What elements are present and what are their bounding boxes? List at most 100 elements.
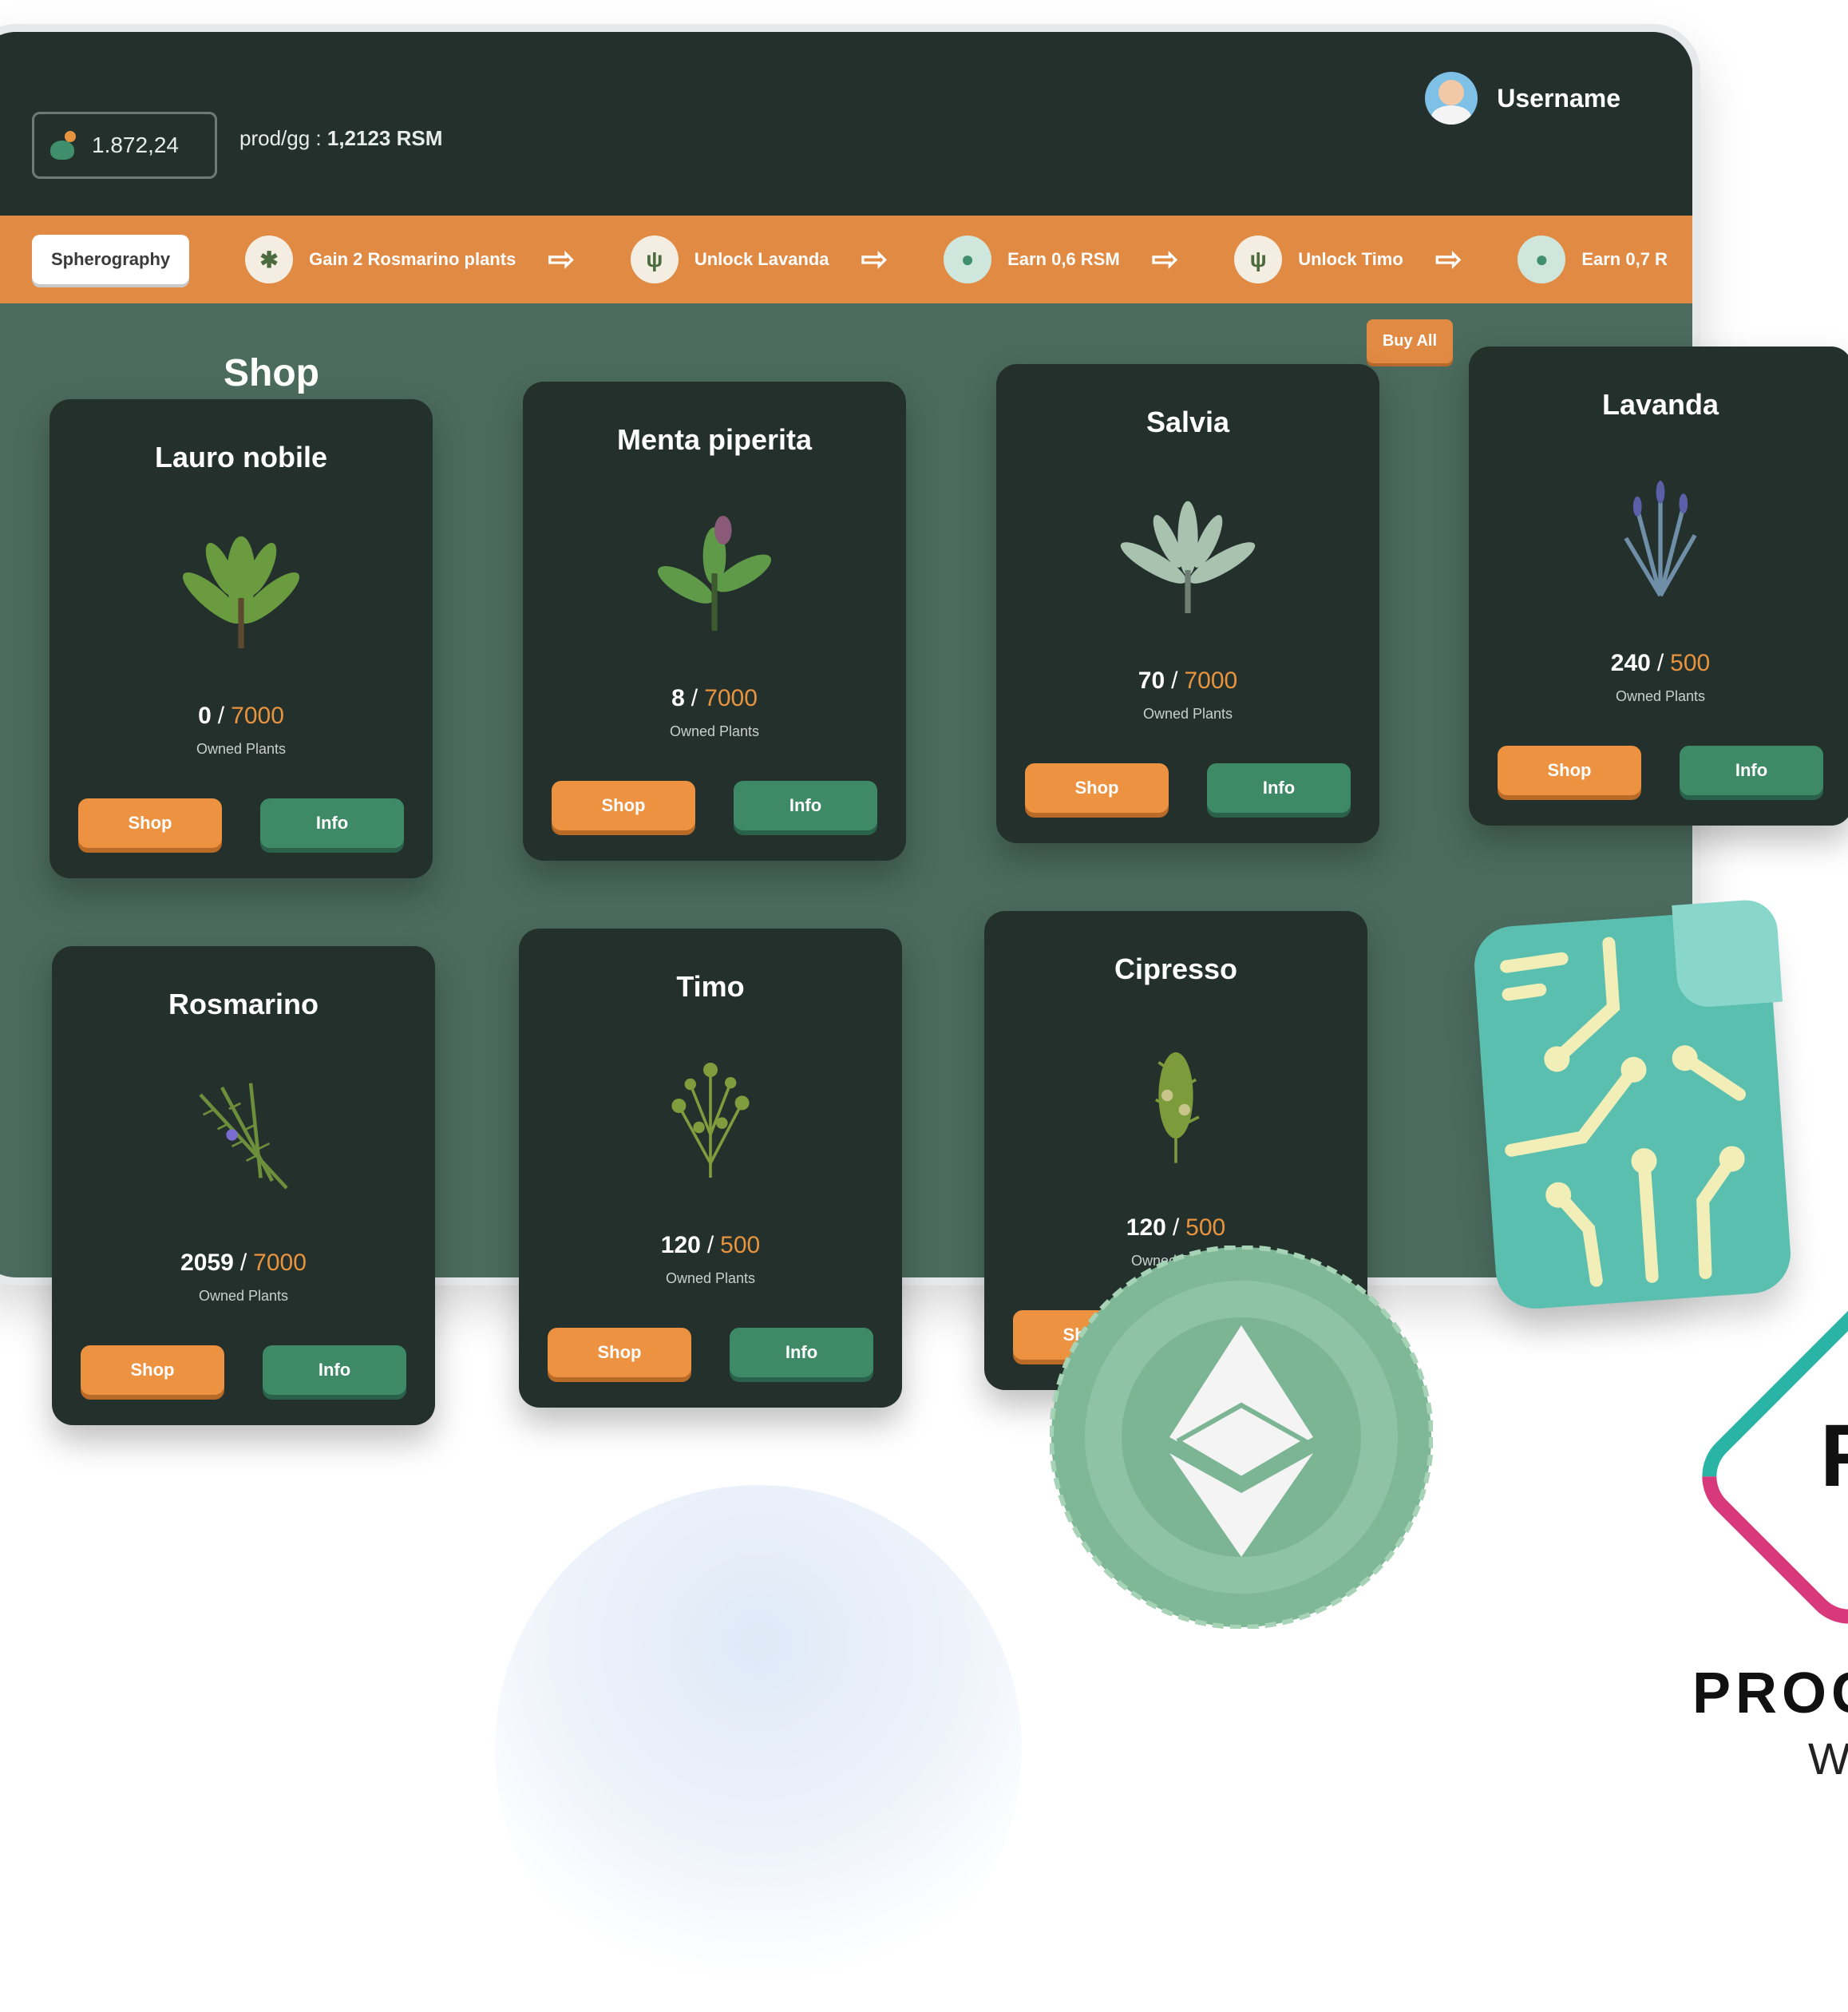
rosmarino-icon: ✱ — [245, 236, 294, 283]
prod-label: prod/gg : — [239, 126, 327, 150]
max-value: 500 — [720, 1232, 761, 1258]
info-button[interactable]: Info — [263, 1345, 406, 1395]
production-rate: prod/gg : 1,2123 RSM — [239, 126, 442, 151]
count-separator: / — [1656, 650, 1664, 676]
quest-step-label: Earn 0,7 R — [1581, 249, 1668, 269]
username: Username — [1497, 83, 1620, 113]
shop-button[interactable]: Shop — [548, 1328, 691, 1377]
owned-label: Owned Plants — [665, 1270, 756, 1286]
card-title: Menta piperita — [616, 423, 813, 456]
arrow-right-icon: ⇨ — [1151, 242, 1179, 277]
owned-label: Owned Plants — [198, 1288, 289, 1304]
max-value: 500 — [1670, 650, 1711, 676]
count-separator: / — [1172, 1214, 1180, 1241]
owned-value: 120 — [1126, 1214, 1166, 1241]
circuit-document-icon — [1471, 908, 1794, 1312]
plant-card-rosmarino: Rosmarino 2059/7000 Owned Plants Shop In… — [52, 946, 435, 1425]
shop-button[interactable]: Shop — [1025, 763, 1169, 813]
owned-value: 0 — [198, 703, 212, 729]
info-button[interactable]: Info — [734, 781, 877, 830]
potion-icon: ● — [1518, 236, 1566, 283]
count-separator: / — [217, 703, 225, 729]
max-value: 7000 — [704, 685, 758, 711]
owned-label: Owned Plants — [196, 741, 287, 757]
quest-step: ● Earn 0,7 R — [1518, 236, 1668, 283]
max-value: 7000 — [231, 703, 284, 729]
plant-icon — [199, 1083, 288, 1190]
quest-step: ● Earn 0,6 RSM ⇨ — [944, 236, 1178, 283]
info-button[interactable]: Info — [1207, 763, 1351, 813]
avatar — [1425, 72, 1478, 125]
card-title: Salvia — [1146, 406, 1230, 438]
quest-step: ψ Unlock Timo ⇨ — [1234, 236, 1462, 283]
info-button[interactable]: Info — [1680, 746, 1823, 795]
card-title: Rosmarino — [168, 988, 319, 1020]
quest-step-label: Unlock Timo — [1298, 249, 1403, 269]
balance-value: 1.872,24 — [92, 133, 179, 157]
owned-value: 70 — [1138, 667, 1165, 694]
plant-card-menta-piperita: Menta piperita 8/7000 Owned Plants Shop … — [523, 382, 906, 861]
quest-step: ψ Unlock Lavanda ⇨ — [630, 236, 888, 283]
count-separator: / — [1171, 667, 1178, 694]
count-separator: / — [691, 685, 698, 711]
max-value: 7000 — [253, 1250, 307, 1276]
quest-bar: Spherography ✱ Gain 2 Rosmarino plants ⇨… — [0, 216, 1692, 303]
owned-count: 0/7000 — [49, 703, 433, 730]
info-button[interactable]: Info — [260, 798, 404, 848]
info-button[interactable]: Info — [730, 1328, 873, 1377]
plant-icon — [657, 516, 772, 631]
timo-icon: ψ — [1234, 236, 1283, 283]
shop-button[interactable]: Shop — [78, 798, 222, 848]
owned-count: 240/500 — [1469, 650, 1848, 677]
owned-value: 240 — [1610, 650, 1651, 676]
quest-step-label: Earn 0,6 RSM — [1007, 249, 1120, 269]
user-menu[interactable]: Username — [1425, 72, 1620, 125]
max-value: 7000 — [1184, 667, 1238, 694]
arrow-right-icon: ⇨ — [861, 242, 888, 277]
arrow-right-icon: ⇨ — [548, 242, 575, 277]
card-title: Timo — [676, 970, 745, 1003]
plant-card-lavanda: Lavanda 240/500 Owned Plants Shop Info — [1469, 347, 1848, 826]
plant-card-lauro-nobile: Lauro nobile 0/7000 Owned Plants Shop In… — [49, 399, 433, 878]
quest-step: ✱ Gain 2 Rosmarino plants ⇨ — [245, 236, 575, 283]
brand-name: PROC — [1692, 1661, 1848, 1725]
potion-icon — [47, 129, 79, 161]
balance-box[interactable]: 1.872,24 — [32, 112, 217, 179]
card-title: Cipresso — [1114, 953, 1238, 985]
lavanda-icon: ψ — [630, 236, 679, 283]
brand-tagline: W — [1808, 1733, 1848, 1784]
buy-all-button[interactable]: Buy All — [1366, 319, 1453, 363]
owned-count: 120/500 — [519, 1232, 902, 1259]
plant-icon — [1120, 501, 1256, 613]
prod-value: 1,2123 RSM — [326, 126, 443, 150]
plant-icon — [1624, 481, 1697, 597]
owned-label: Owned Plants — [669, 723, 760, 739]
owned-count: 70/7000 — [996, 667, 1379, 695]
crypto-coin-icon — [1050, 1246, 1433, 1629]
owned-value: 2059 — [180, 1250, 234, 1276]
shop-button[interactable]: Shop — [81, 1345, 224, 1395]
quest-tag[interactable]: Spherography — [32, 235, 190, 284]
shop-button[interactable]: Shop — [552, 781, 695, 830]
card-title: Lavanda — [1601, 388, 1719, 421]
shop-button[interactable]: Shop — [1498, 746, 1641, 795]
plant-icon — [182, 536, 300, 648]
quest-step-label: Unlock Lavanda — [694, 249, 829, 269]
top-bar: 1.872,24 prod/gg : 1,2123 RSM Username — [0, 32, 1692, 216]
card-title: Lauro nobile — [155, 441, 327, 473]
count-separator: / — [239, 1250, 247, 1276]
page-title: Shop — [224, 352, 319, 394]
count-separator: / — [706, 1232, 714, 1258]
arrow-right-icon: ⇨ — [1434, 242, 1462, 277]
owned-value: 8 — [671, 685, 685, 711]
quest-step-label: Gain 2 Rosmarino plants — [309, 249, 516, 269]
plant-icon — [1154, 1052, 1200, 1163]
brand-logo-letter: F — [1820, 1407, 1848, 1505]
potion-icon: ● — [944, 236, 992, 283]
plant-card-salvia: Salvia 70/7000 Owned Plants Shop Info — [996, 364, 1379, 843]
plant-card-timo: Timo 120/500 Owned Plants Shop Info — [519, 929, 902, 1408]
plant-icon — [671, 1063, 750, 1178]
owned-label: Owned Plants — [1142, 706, 1233, 722]
owned-count: 8/7000 — [523, 685, 906, 712]
owned-count: 2059/7000 — [52, 1250, 435, 1277]
